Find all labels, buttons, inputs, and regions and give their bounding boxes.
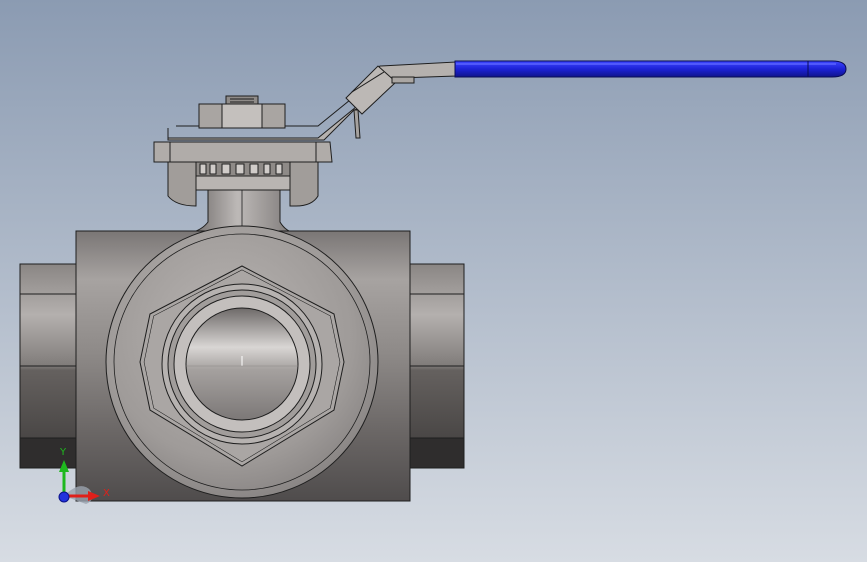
right-port — [407, 263, 465, 469]
left-port — [19, 263, 79, 469]
3d-viewport[interactable]: Y X — [0, 0, 867, 562]
triad-x-label: X — [103, 488, 110, 499]
triad-z-axis — [58, 491, 70, 503]
triad-y-label: Y — [59, 447, 67, 458]
